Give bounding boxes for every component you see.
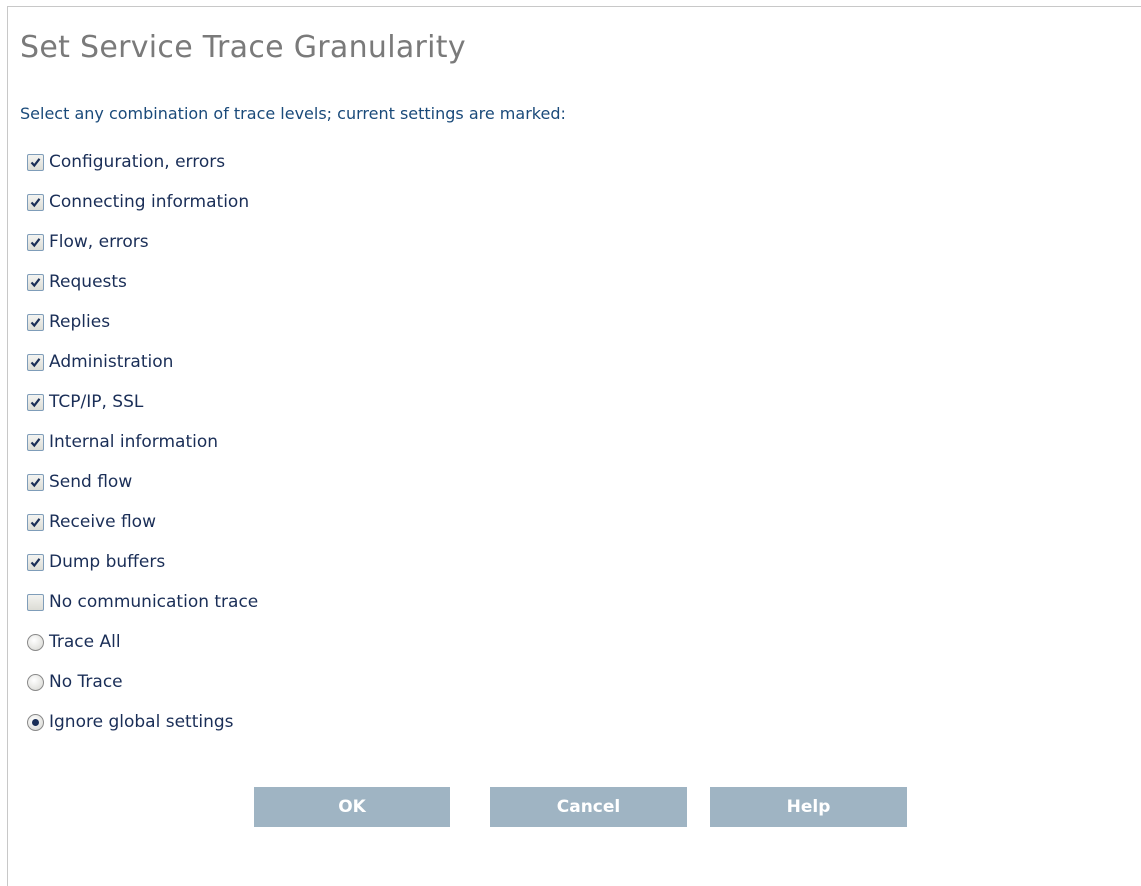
radio-button[interactable] [27,713,44,731]
option-label: Replies [49,312,111,332]
option-label: No Trace [49,672,123,692]
checkbox[interactable] [27,313,44,331]
option-ignore-global-settings[interactable]: Ignore global settings [27,702,258,742]
checkbox[interactable] [27,393,44,411]
option-send-flow[interactable]: Send flow [27,462,258,502]
option-no-trace[interactable]: No Trace [27,662,258,702]
page-title: Set Service Trace Granularity [20,30,466,65]
option-administration[interactable]: Administration [27,342,258,382]
option-internal-information[interactable]: Internal information [27,422,258,462]
checkbox[interactable] [27,153,44,171]
option-connecting-information[interactable]: Connecting information [27,182,258,222]
checkbox[interactable] [27,273,44,291]
checkbox[interactable] [27,593,44,611]
checkbox[interactable] [27,513,44,531]
option-tcpip-ssl[interactable]: TCP/IP, SSL [27,382,258,422]
option-label: Send flow [49,472,133,492]
option-trace-all[interactable]: Trace All [27,622,258,662]
cancel-button[interactable]: Cancel [490,787,687,827]
option-replies[interactable]: Replies [27,302,258,342]
option-label: Dump buffers [49,552,166,572]
ok-button[interactable]: OK [254,787,450,827]
radio-button[interactable] [27,633,44,651]
checkbox[interactable] [27,433,44,451]
option-no-communication-trace[interactable]: No communication trace [27,582,258,622]
option-label: Administration [49,352,174,372]
option-dump-buffers[interactable]: Dump buffers [27,542,258,582]
option-requests[interactable]: Requests [27,262,258,302]
option-label: Configuration, errors [49,152,226,172]
option-label: Internal information [49,432,219,452]
option-configuration-errors[interactable]: Configuration, errors [27,142,258,182]
checkbox[interactable] [27,353,44,371]
option-label: TCP/IP, SSL [49,392,144,412]
option-label: No communication trace [49,592,259,612]
checkbox[interactable] [27,473,44,491]
option-label: Receive flow [49,512,156,532]
radio-button[interactable] [27,673,44,691]
option-label: Trace All [49,632,121,652]
checkbox[interactable] [27,193,44,211]
option-receive-flow[interactable]: Receive flow [27,502,258,542]
trace-options-list: Configuration, errors Connecting informa… [27,142,258,742]
checkbox[interactable] [27,553,44,571]
option-label: Connecting information [49,192,250,212]
option-flow-errors[interactable]: Flow, errors [27,222,258,262]
checkbox[interactable] [27,233,44,251]
option-label: Requests [49,272,127,292]
help-button[interactable]: Help [710,787,907,827]
option-label: Flow, errors [49,232,149,252]
instructions-text: Select any combination of trace levels; … [20,104,566,123]
option-label: Ignore global settings [49,712,234,732]
